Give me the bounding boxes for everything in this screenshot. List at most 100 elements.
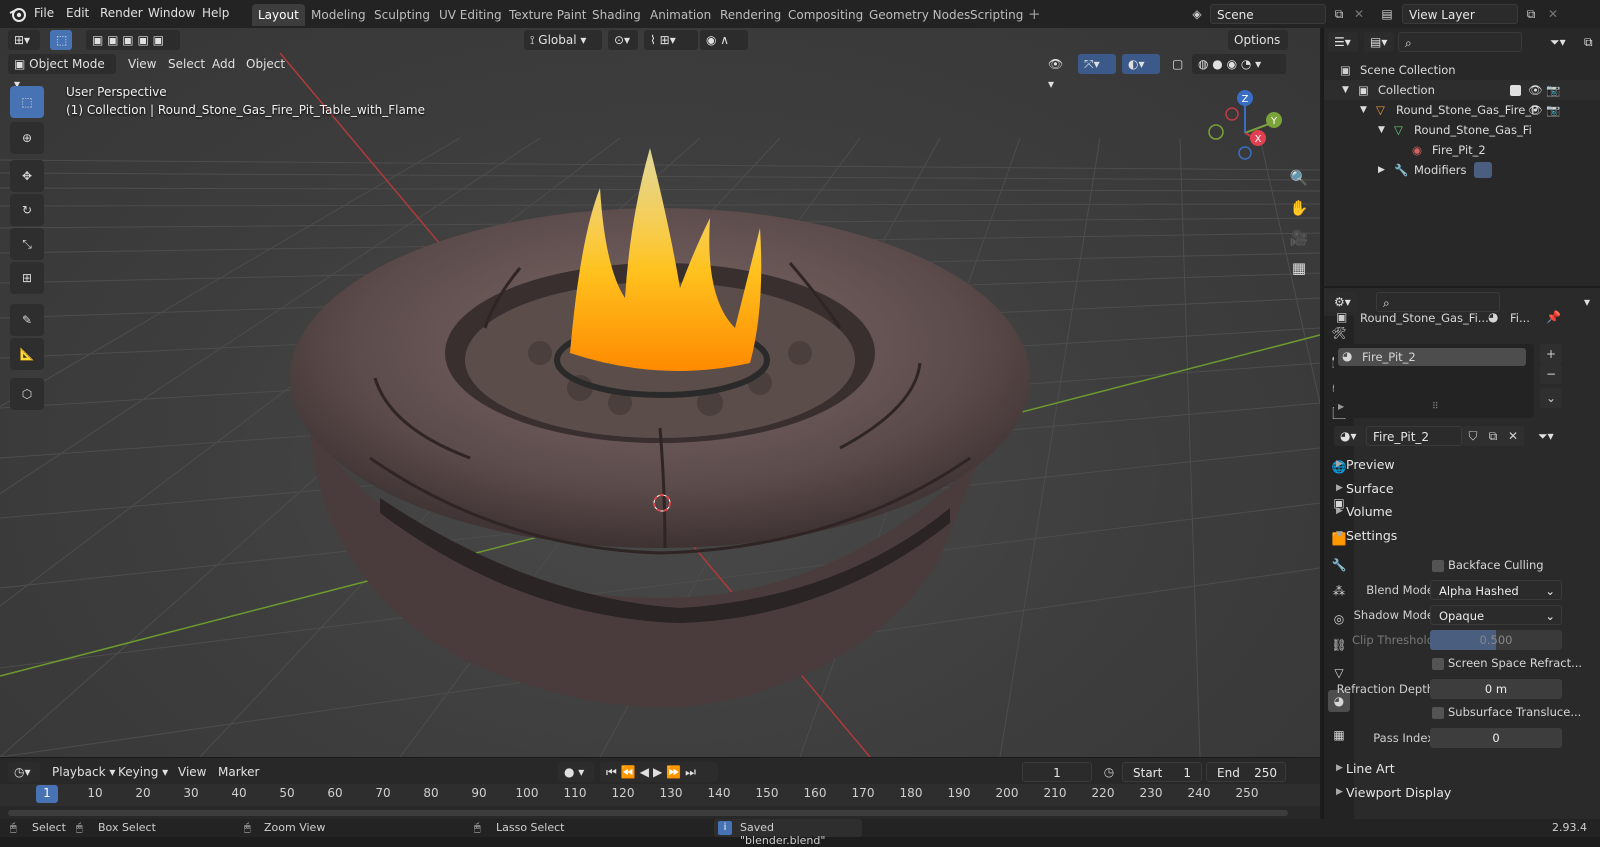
remove-slot-icon[interactable]: − (1540, 364, 1562, 384)
add-workspace-icon[interactable]: + (1028, 5, 1041, 23)
fake-user-icon[interactable]: ⛉ (1462, 426, 1484, 446)
pin-icon[interactable]: 📌 (1546, 310, 1561, 324)
view-layer-icon[interactable]: ▤ (1376, 4, 1398, 24)
add-slot-icon[interactable]: + (1540, 344, 1562, 364)
menu-view[interactable]: View (122, 54, 162, 74)
pass-index-field[interactable]: 0 (1430, 728, 1562, 748)
browse-material-icon[interactable]: ◕▾ (1334, 426, 1366, 446)
new-collection-icon[interactable]: ⧉ (1578, 32, 1600, 52)
playback-controls-icons[interactable]: ⏮⏪◀▶⏩⏭ (600, 762, 718, 782)
tab-uv-editing[interactable]: UV Editing (433, 4, 508, 26)
expand-arrow-icon[interactable]: ▼ (1360, 100, 1367, 120)
proportional-edit-icon[interactable]: ◉ ∧ (700, 30, 748, 50)
selection-mode-icons[interactable]: ▣ ▣ ▣ ▣ ▣ (86, 30, 180, 50)
tab-scripting[interactable]: Scripting (964, 4, 1029, 26)
select-tool-icon[interactable]: ⬚ (50, 30, 72, 50)
refraction-depth-field[interactable]: 0 m (1430, 679, 1562, 699)
pan-hand-icon[interactable]: ✋ (1284, 194, 1314, 222)
pivot-point-icon[interactable]: ⊙▾ (608, 30, 638, 50)
preview-range-icon[interactable]: ◷ (1098, 762, 1120, 782)
clip-threshold-slider[interactable]: 0.500 (1430, 630, 1562, 650)
zoom-icon[interactable]: 🔍 (1284, 164, 1314, 192)
menu-help[interactable]: Help (202, 6, 229, 20)
annotate-tool-icon[interactable]: ✎ (10, 304, 44, 336)
modifier-icon[interactable] (1474, 162, 1492, 178)
menu-file[interactable]: File (34, 6, 54, 20)
blend-mode-dropdown[interactable]: Alpha Hashed ⌄ (1430, 580, 1562, 600)
xray-toggle-icon[interactable]: ▢ (1166, 54, 1188, 74)
3d-cursor-icon[interactable] (650, 491, 674, 515)
timeline-editor-icon[interactable]: ◷▾ (8, 762, 40, 782)
start-frame-field[interactable]: Start 1 (1122, 762, 1202, 782)
list-resize-handle[interactable]: ⠿ (1432, 402, 1439, 412)
tab-animation[interactable]: Animation (644, 4, 717, 26)
properties-search-input[interactable]: ⌕ (1376, 292, 1500, 312)
tweak-tool-icon[interactable]: ⬚ (10, 86, 44, 118)
view-layer-selector[interactable]: View Layer (1402, 4, 1518, 24)
tab-texture-paint[interactable]: Texture Paint (503, 4, 592, 26)
outliner-search-input[interactable]: ⌕ (1398, 32, 1522, 52)
outliner-editor-icon[interactable]: ☰▾ (1328, 32, 1358, 52)
list-expand-icon[interactable]: ▶ (1338, 402, 1344, 411)
delete-scene-icon[interactable]: ✕ (1348, 4, 1370, 24)
cursor-tool-icon[interactable]: ⊕ (10, 122, 44, 154)
gizmo-toggle-icon[interactable]: ⤧▾ (1078, 54, 1116, 74)
eye-icon[interactable]: 👁 (1528, 100, 1543, 120)
add-cube-tool-icon[interactable]: ⬡ (10, 378, 44, 410)
tool-tab-icon[interactable]: 🛠 (1328, 322, 1350, 344)
snap-icon[interactable]: ⌇ ⊞▾ (644, 30, 698, 50)
rotate-tool-icon[interactable]: ↻ (10, 194, 44, 226)
overlay-toggle-icon[interactable]: ◐▾ (1122, 54, 1160, 74)
ortho-grid-icon[interactable]: ▦ (1284, 254, 1314, 282)
display-mode-icon[interactable]: ▤▾ (1364, 32, 1394, 52)
menu-add[interactable]: Add (206, 54, 241, 74)
tab-geometry-nodes[interactable]: Geometry Nodes (863, 4, 976, 26)
blender-logo-icon[interactable] (9, 5, 27, 23)
menu-playback[interactable]: Playback ▾ (46, 762, 121, 782)
data-tab-icon[interactable]: ▽ (1328, 662, 1350, 684)
backface-culling-checkbox[interactable] (1432, 560, 1444, 572)
outliner-row-modifiers[interactable]: ▶ 🔧 Modifiers (1324, 160, 1600, 180)
options-dropdown[interactable]: Options ▾ (1228, 30, 1288, 67)
editor-type-icon[interactable]: ⊞▾ (8, 30, 40, 50)
3d-viewport[interactable]: ⊞▾ ⬚ ▣ ▣ ▣ ▣ ▣ ⟟ Global ▾ ⊙▾ ⌇ ⊞▾ ◉ ∧ Op… (0, 28, 1320, 757)
expand-arrow-icon[interactable]: ▶ (1378, 160, 1385, 180)
outliner-row-collection[interactable]: ▼ ▣ Collection 👁 📷 (1324, 80, 1600, 100)
outliner-row-object[interactable]: ▼ ▽ Round_Stone_Gas_Fire_P 👁 📷 (1324, 100, 1600, 120)
material-slot-item[interactable]: ◕ Fire_Pit_2 (1338, 348, 1526, 366)
tab-sculpting[interactable]: Sculpting (368, 4, 436, 26)
move-tool-icon[interactable]: ✥ (10, 160, 44, 192)
camera-view-icon[interactable]: 🎥 (1284, 224, 1314, 252)
outliner-row-material[interactable]: ◉ Fire_Pit_2 (1324, 140, 1600, 160)
outliner-row-mesh[interactable]: ▼ ▽ Round_Stone_Gas_Fi (1324, 120, 1600, 140)
render-camera-icon[interactable]: 📷 (1546, 80, 1560, 100)
timeline-scrollbar[interactable] (8, 810, 1288, 816)
transform-orientation-dropdown[interactable]: ⟟ Global ▾ (524, 30, 602, 50)
tab-modeling[interactable]: Modeling (305, 4, 372, 26)
delete-view-layer-icon[interactable]: ✕ (1542, 4, 1564, 24)
menu-edit[interactable]: Edit (66, 6, 89, 20)
render-camera-icon[interactable]: 📷 (1546, 100, 1560, 120)
navigation-gizmo[interactable]: Z Y X (1200, 88, 1290, 168)
menu-object[interactable]: Object (240, 54, 291, 74)
expand-arrow-icon[interactable]: ▼ (1378, 120, 1385, 140)
end-frame-field[interactable]: End 250 (1206, 762, 1286, 782)
unlink-material-icon[interactable]: ✕ (1502, 426, 1524, 446)
tab-compositing[interactable]: Compositing (782, 4, 869, 26)
menu-timeline-view[interactable]: View (172, 762, 212, 782)
tab-layout[interactable]: Layout (252, 4, 305, 26)
transform-tool-icon[interactable]: ⊞ (10, 262, 44, 294)
menu-marker[interactable]: Marker (212, 762, 265, 782)
scene-selector[interactable]: Scene (1210, 4, 1326, 24)
expand-arrow-icon[interactable]: ▼ (1342, 80, 1349, 100)
menu-window[interactable]: Window (148, 6, 195, 20)
scale-tool-icon[interactable]: ⤡ (10, 228, 44, 260)
measure-tool-icon[interactable]: 📐 (10, 338, 44, 370)
slot-specials-icon[interactable]: ⌄ (1540, 388, 1562, 408)
include-checkbox[interactable] (1510, 85, 1521, 96)
eye-icon[interactable]: 👁 (1528, 80, 1543, 100)
object-mode-dropdown[interactable]: ▣ Object Mode ▾ (8, 54, 116, 91)
material-name-field[interactable]: Fire_Pit_2 (1366, 426, 1462, 446)
new-scene-icon[interactable]: ⧉ (1328, 4, 1350, 24)
material-slot-list[interactable]: ◕ Fire_Pit_2 ▶ ⠿ (1334, 344, 1534, 418)
